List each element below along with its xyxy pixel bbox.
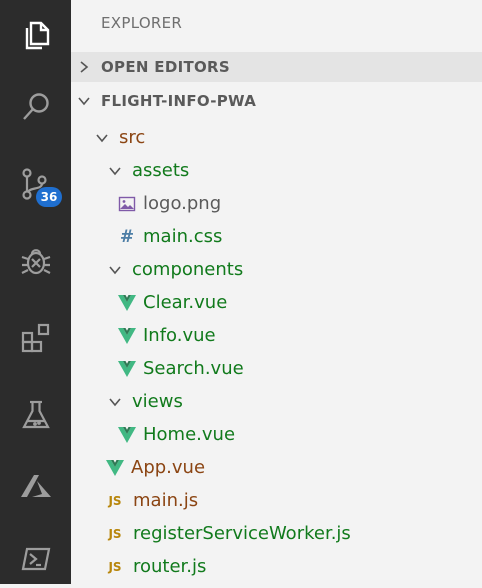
- activity-item-azure[interactable]: [0, 457, 71, 515]
- tree-item-clear-vue[interactable]: Clear.vue: [71, 286, 482, 319]
- tree-item-assets[interactable]: assets: [71, 154, 482, 187]
- activity-item-extensions[interactable]: [0, 309, 71, 367]
- js-file-icon: JS: [108, 526, 122, 541]
- tree-item-main-css[interactable]: # main.css: [71, 220, 482, 253]
- tree-item-label: components: [132, 259, 244, 280]
- section-open-editors-label: OPEN EDITORS: [101, 58, 230, 76]
- chevron-right-icon: [80, 61, 89, 73]
- tree-item-label: Info.vue: [143, 325, 216, 346]
- explorer-sidebar: EXPLORER OPEN EDITORS FLIGHT-INFO-PWA sr…: [71, 0, 482, 584]
- tree-item-label: Search.vue: [143, 358, 244, 379]
- activity-item-search[interactable]: [0, 78, 71, 136]
- tree-item-label: registerServiceWorker.js: [133, 523, 351, 544]
- chevron-down-icon: [109, 397, 121, 406]
- activity-item-terminal[interactable]: [0, 530, 71, 588]
- tree-item-label: Clear.vue: [143, 292, 228, 313]
- tree-item-label: src: [119, 127, 146, 148]
- activity-item-debug[interactable]: [0, 232, 71, 290]
- tree-item-home-vue[interactable]: Home.vue: [71, 418, 482, 451]
- section-project-label: FLIGHT-INFO-PWA: [101, 92, 257, 110]
- tree-item-register-service-worker-js[interactable]: JS registerServiceWorker.js: [71, 517, 482, 550]
- tree-item-info-vue[interactable]: Info.vue: [71, 319, 482, 352]
- vscode-window: 36 EXPLORER OPEN EDITORS FLIGHT-INFO-PWA…: [0, 0, 482, 584]
- tree-item-label: router.js: [133, 556, 207, 577]
- activity-item-explorer[interactable]: [0, 6, 71, 64]
- image-file-icon: [117, 194, 137, 214]
- vue-file-icon: [105, 458, 125, 478]
- section-open-editors[interactable]: OPEN EDITORS: [71, 52, 482, 82]
- tree-item-label: main.css: [143, 226, 223, 247]
- js-file-icon: JS: [108, 559, 122, 574]
- search-icon: [22, 93, 49, 120]
- tree-item-views[interactable]: views: [71, 385, 482, 418]
- tree-item-label: logo.png: [143, 193, 222, 214]
- chevron-down-icon: [109, 265, 121, 274]
- testing-flask-icon: [21, 400, 50, 429]
- azure-icon: [20, 475, 51, 497]
- debug-icon: [21, 249, 50, 275]
- vue-file-icon: [117, 425, 137, 445]
- tree-item-app-vue[interactable]: App.vue: [71, 451, 482, 484]
- extensions-icon: [21, 323, 49, 353]
- tree-item-search-vue[interactable]: Search.vue: [71, 352, 482, 385]
- chevron-down-icon: [78, 97, 90, 106]
- files-icon: [25, 21, 49, 50]
- explorer-title: EXPLORER: [101, 14, 183, 32]
- activity-item-testing[interactable]: [0, 386, 71, 444]
- activity-item-source-control[interactable]: [0, 155, 71, 213]
- vue-file-icon: [117, 293, 137, 313]
- tree-item-label: views: [132, 391, 183, 412]
- tree-item-label: assets: [132, 160, 190, 181]
- activity-bar: 36: [0, 0, 71, 584]
- chevron-down-icon: [109, 166, 121, 175]
- tree-item-label: App.vue: [131, 457, 206, 478]
- tree-item-router-js[interactable]: JS router.js: [71, 550, 482, 583]
- source-control-badge: 36: [36, 187, 62, 207]
- tree-item-logo-png[interactable]: logo.png: [71, 187, 482, 220]
- js-file-icon: JS: [108, 493, 122, 508]
- terminal-icon: [21, 547, 50, 571]
- tree-item-src[interactable]: src: [71, 121, 482, 154]
- tree-item-label: main.js: [133, 490, 199, 511]
- vue-file-icon: [117, 359, 137, 379]
- tree-item-main-js[interactable]: JS main.js: [71, 484, 482, 517]
- tree-item-components[interactable]: components: [71, 253, 482, 286]
- css-file-icon: #: [119, 226, 135, 247]
- section-project[interactable]: FLIGHT-INFO-PWA: [71, 86, 482, 116]
- tree-item-label: Home.vue: [143, 424, 236, 445]
- chevron-down-icon: [96, 133, 108, 142]
- vue-file-icon: [117, 326, 137, 346]
